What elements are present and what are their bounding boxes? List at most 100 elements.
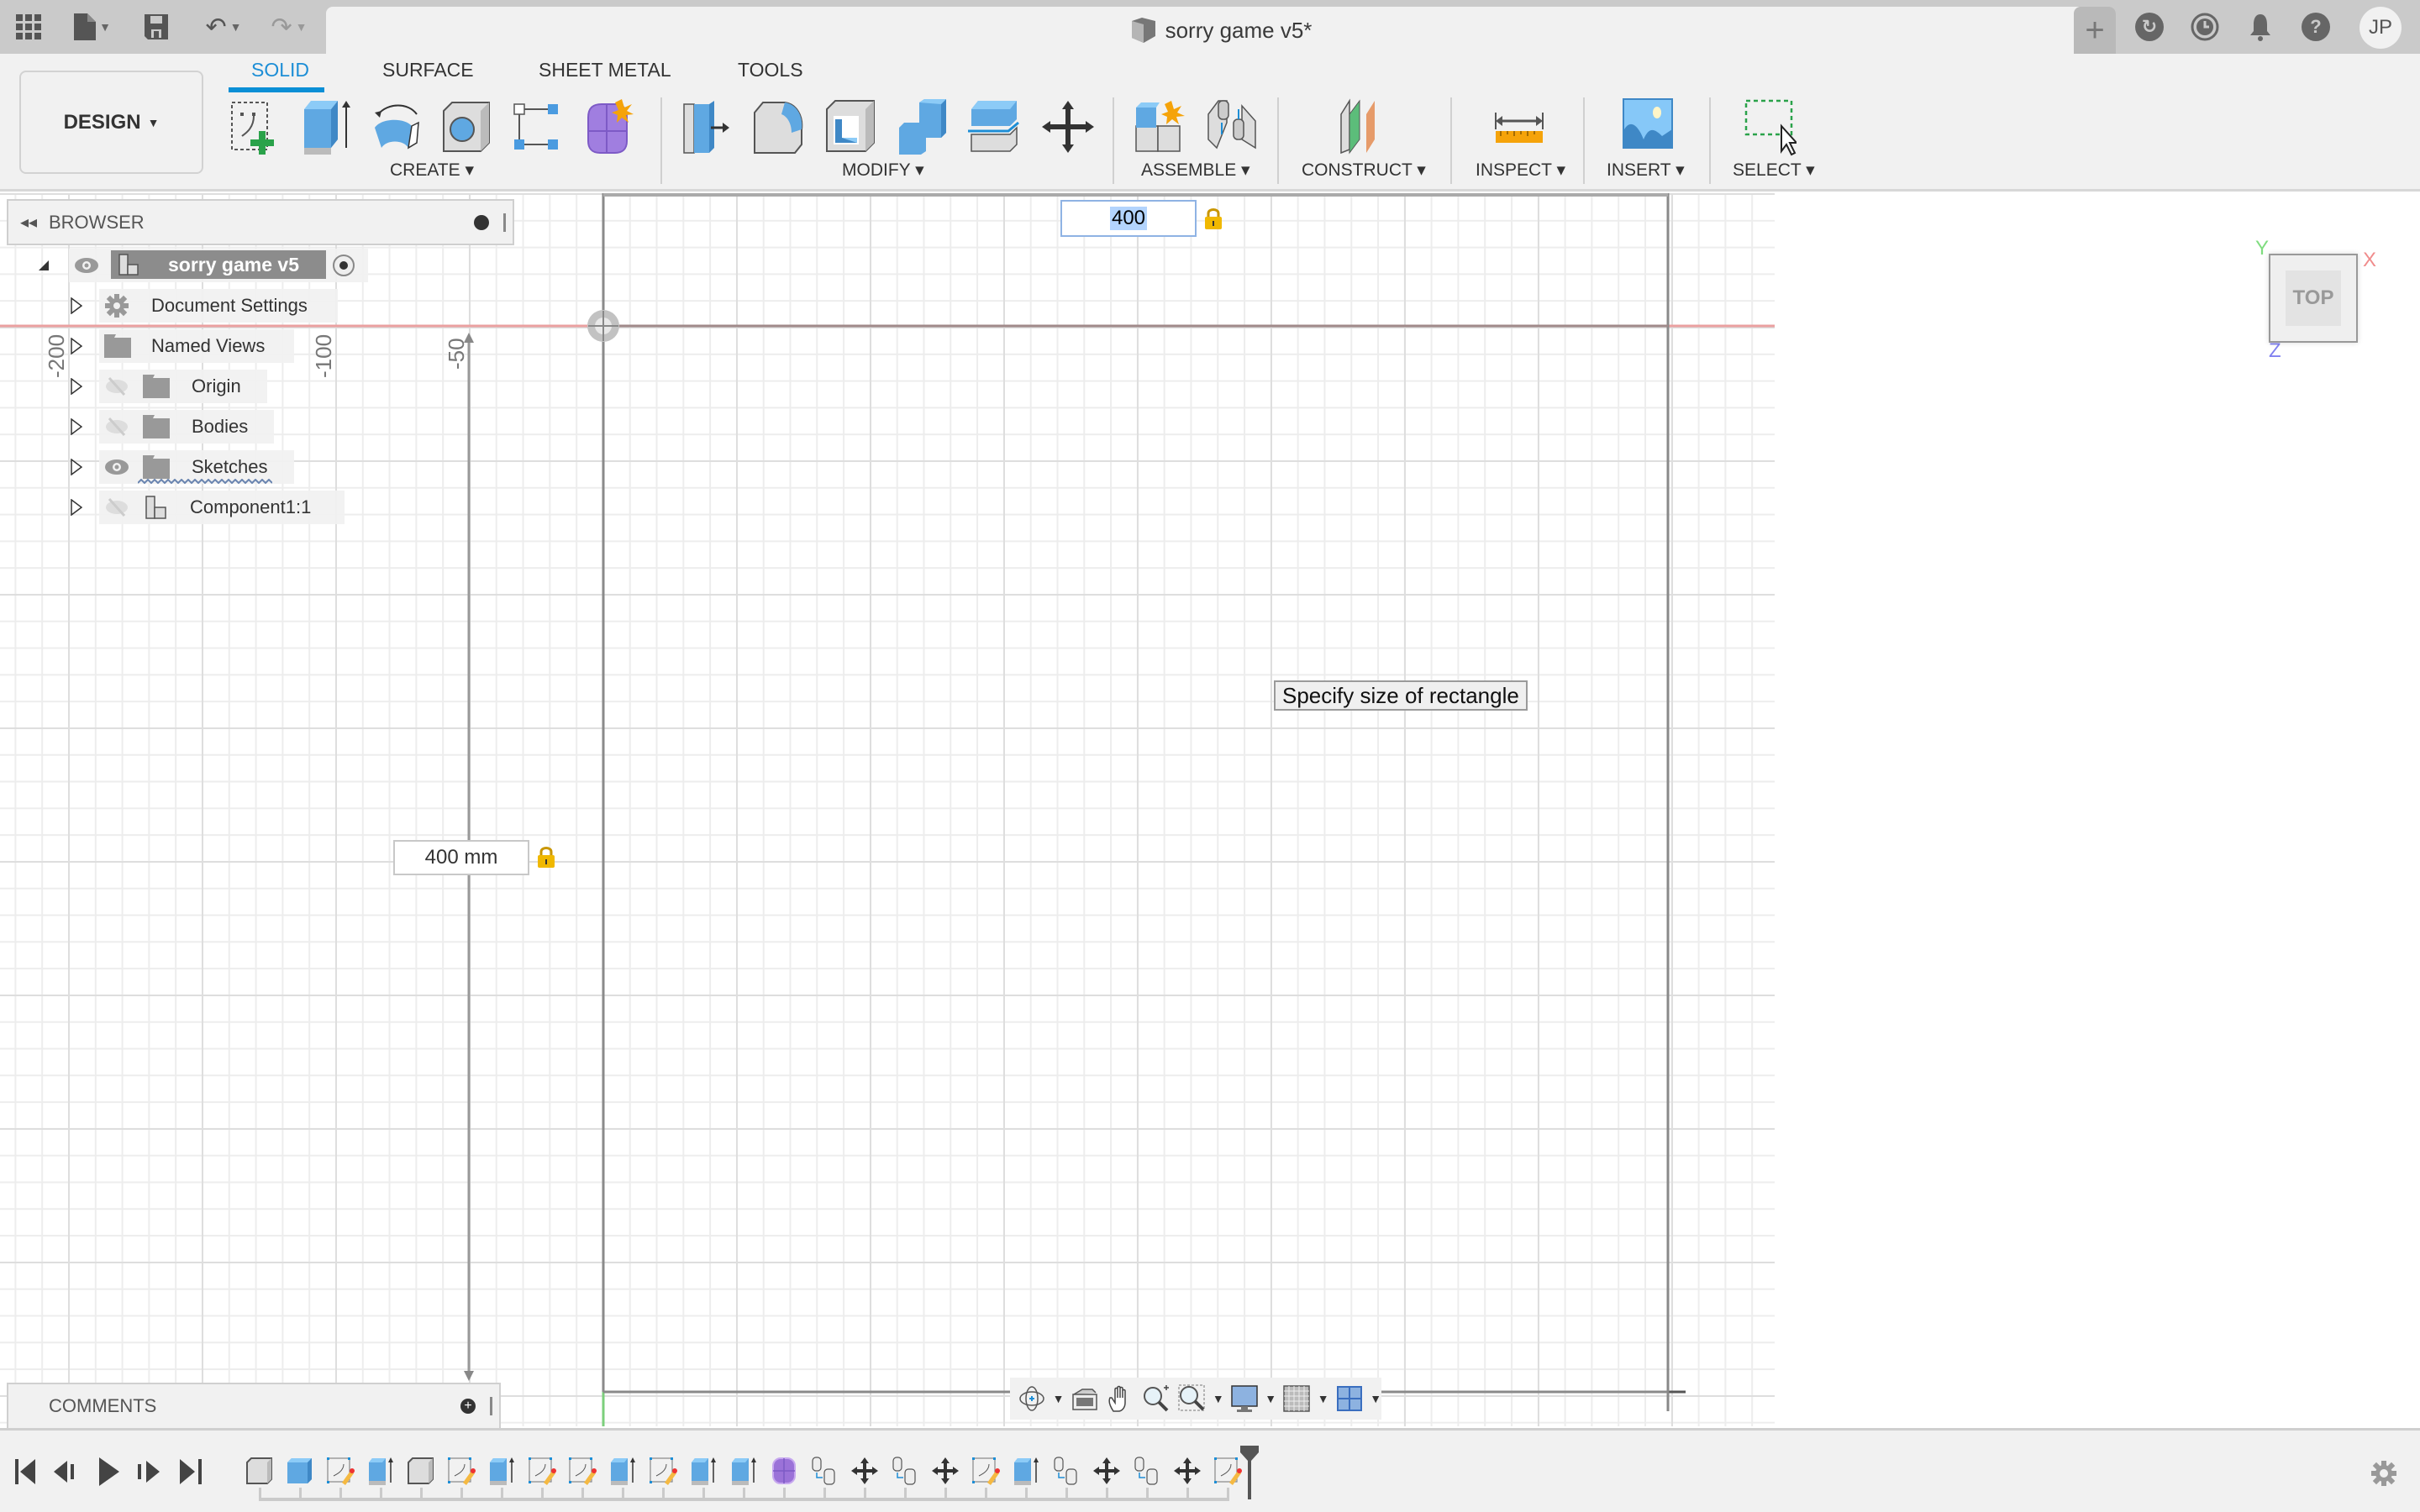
browser-root-row[interactable]: sorry game v5 bbox=[39, 249, 368, 282]
help-button[interactable]: ? bbox=[2299, 10, 2333, 44]
create-sketch-button[interactable] bbox=[229, 97, 284, 156]
modify-menu[interactable]: MODIFY ▾ bbox=[842, 160, 924, 181]
timeline-item-extrude[interactable] bbox=[688, 1456, 718, 1486]
window-select-button[interactable] bbox=[1741, 97, 1799, 156]
split-body-button[interactable] bbox=[966, 97, 1022, 156]
step-forward-button[interactable] bbox=[134, 1457, 165, 1486]
timeline-item-sketch[interactable] bbox=[971, 1456, 1001, 1486]
extrude-button[interactable] bbox=[299, 97, 355, 156]
timeline-item-joint[interactable] bbox=[809, 1456, 839, 1486]
play-button[interactable] bbox=[94, 1457, 124, 1486]
save-button[interactable] bbox=[139, 10, 173, 44]
timeline-marker-handle[interactable] bbox=[1240, 1446, 1259, 1499]
move-copy-button[interactable] bbox=[1040, 97, 1096, 156]
fillet-button[interactable] bbox=[751, 97, 807, 156]
hole-button[interactable] bbox=[440, 97, 496, 156]
timeline-item-extrude[interactable] bbox=[1011, 1456, 1041, 1486]
expanded-triangle-icon[interactable] bbox=[37, 259, 50, 272]
construct-menu[interactable]: CONSTRUCT ▾ bbox=[1302, 160, 1426, 181]
timeline-settings-gear-icon[interactable] bbox=[2370, 1459, 2398, 1488]
shell-button[interactable] bbox=[823, 97, 879, 156]
measure-button[interactable] bbox=[1492, 97, 1548, 156]
zoom-button[interactable] bbox=[1141, 1382, 1172, 1415]
timeline-item-joint[interactable] bbox=[890, 1456, 920, 1486]
panel-resize-handle[interactable] bbox=[503, 213, 506, 232]
job-status-button[interactable] bbox=[2188, 10, 2222, 44]
eye-hidden-icon[interactable] bbox=[104, 497, 129, 517]
timeline-item-move[interactable] bbox=[1092, 1456, 1122, 1486]
new-tab-button[interactable]: + bbox=[2074, 7, 2116, 54]
apps-grid-icon[interactable] bbox=[12, 10, 45, 44]
timeline-item-move[interactable] bbox=[1172, 1456, 1202, 1486]
assemble-menu[interactable]: ASSEMBLE ▾ bbox=[1141, 160, 1250, 181]
inspect-menu[interactable]: INSPECT ▾ bbox=[1476, 160, 1565, 181]
extensions-button[interactable]: ↻ bbox=[2133, 10, 2166, 44]
eye-icon[interactable] bbox=[104, 459, 129, 475]
display-settings-button[interactable] bbox=[1229, 1382, 1260, 1415]
combine-button[interactable] bbox=[896, 97, 951, 156]
expand-triangle-icon[interactable] bbox=[71, 338, 82, 354]
expand-triangle-icon[interactable] bbox=[71, 297, 82, 314]
timeline-item-box-white[interactable] bbox=[406, 1456, 436, 1486]
chevron-down-icon[interactable]: ▼ bbox=[1053, 1392, 1065, 1405]
insert-menu[interactable]: INSERT ▾ bbox=[1607, 160, 1685, 181]
add-comment-icon[interactable]: + bbox=[460, 1399, 476, 1414]
panel-resize-handle[interactable] bbox=[490, 1397, 492, 1415]
viewcube-face-top[interactable]: TOP bbox=[2286, 270, 2341, 326]
timeline-item-box-white[interactable] bbox=[245, 1456, 275, 1486]
browser-item-sketches[interactable]: Sketches bbox=[71, 450, 294, 484]
create-form-button[interactable] bbox=[581, 97, 637, 156]
tab-sheet-metal[interactable]: SHEET METAL bbox=[539, 59, 671, 81]
new-component-button[interactable] bbox=[1133, 97, 1188, 156]
chevron-down-icon[interactable]: ▼ bbox=[1265, 1392, 1276, 1405]
go-to-start-button[interactable] bbox=[12, 1457, 42, 1486]
timeline-item-move[interactable] bbox=[850, 1456, 880, 1486]
create-menu[interactable]: CREATE ▾ bbox=[390, 160, 474, 181]
select-menu[interactable]: SELECT ▾ bbox=[1733, 160, 1815, 181]
tab-tools[interactable]: TOOLS bbox=[738, 59, 803, 81]
eye-hidden-icon[interactable] bbox=[104, 417, 129, 437]
workspace-switcher[interactable]: DESIGN ▼ bbox=[19, 71, 203, 174]
eye-hidden-icon[interactable] bbox=[104, 376, 129, 396]
tab-solid[interactable]: SOLID bbox=[251, 59, 309, 81]
browser-item-component1[interactable]: Component1:1 bbox=[71, 491, 345, 524]
user-avatar[interactable]: JP bbox=[2360, 7, 2402, 49]
width-dimension-input[interactable]: 400 bbox=[1060, 200, 1197, 237]
redo-button[interactable]: ↷ ▼ bbox=[264, 10, 314, 44]
go-to-end-button[interactable] bbox=[176, 1457, 207, 1486]
timeline-item-sketch[interactable] bbox=[567, 1456, 597, 1486]
document-tab[interactable]: sorry game v5* × bbox=[326, 7, 2116, 54]
timeline-item-sketch[interactable] bbox=[648, 1456, 678, 1486]
timeline-item-sketch[interactable] bbox=[325, 1456, 355, 1486]
eye-icon[interactable] bbox=[74, 257, 99, 274]
fit-button[interactable] bbox=[1176, 1382, 1207, 1415]
browser-item-named-views[interactable]: Named Views bbox=[71, 329, 294, 363]
browser-item-bodies[interactable]: Bodies bbox=[71, 410, 274, 444]
chevron-down-icon[interactable]: ▼ bbox=[1370, 1392, 1381, 1405]
timeline-item-box-blue[interactable] bbox=[285, 1456, 315, 1486]
timeline-item-extrude[interactable] bbox=[366, 1456, 396, 1486]
chevron-down-icon[interactable]: ▼ bbox=[1318, 1392, 1329, 1405]
browser-item-document-settings[interactable]: Document Settings bbox=[71, 289, 338, 323]
file-menu-button[interactable]: ▼ bbox=[67, 10, 118, 44]
pan-button[interactable] bbox=[1105, 1382, 1136, 1415]
look-at-button[interactable] bbox=[1069, 1382, 1100, 1415]
chevron-down-icon[interactable]: ▼ bbox=[1213, 1392, 1224, 1405]
expand-triangle-icon[interactable] bbox=[71, 499, 82, 516]
undo-button[interactable]: ↶ ▼ bbox=[198, 10, 249, 44]
lock-icon[interactable] bbox=[1203, 207, 1223, 230]
timeline-item-sketch[interactable] bbox=[527, 1456, 557, 1486]
collapse-panel-icon[interactable]: ◂◂ bbox=[20, 212, 37, 233]
tab-surface[interactable]: SURFACE bbox=[382, 59, 474, 81]
timeline-item-extrude[interactable] bbox=[729, 1456, 759, 1486]
expand-triangle-icon[interactable] bbox=[71, 418, 82, 435]
grid-snaps-button[interactable] bbox=[1281, 1382, 1313, 1415]
browser-item-origin[interactable]: Origin bbox=[71, 370, 267, 403]
notifications-button[interactable] bbox=[2244, 10, 2277, 44]
step-back-button[interactable] bbox=[52, 1457, 82, 1486]
viewcube[interactable]: TOP bbox=[2269, 254, 2358, 343]
timeline-item-form[interactable] bbox=[769, 1456, 799, 1486]
press-pull-button[interactable] bbox=[679, 97, 734, 156]
timeline-item-move[interactable] bbox=[930, 1456, 960, 1486]
construct-plane-button[interactable] bbox=[1338, 97, 1393, 156]
